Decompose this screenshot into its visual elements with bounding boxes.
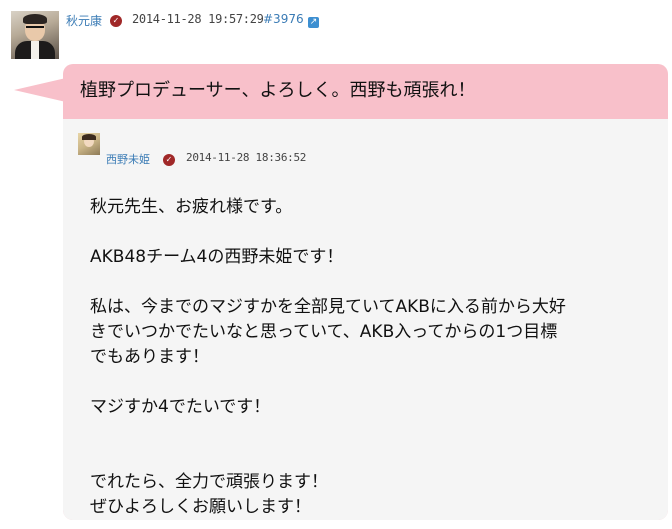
external-link-icon[interactable]: ↗ [308, 17, 319, 28]
quoted-author-name[interactable]: 西野未姫 [106, 151, 150, 167]
quoted-timestamp: 2014-11-28 18:36:52 [186, 151, 307, 164]
verified-badge-icon: ✓ [163, 154, 175, 166]
message-number-link[interactable]: #3976 [263, 12, 304, 26]
post-message: 植野プロデューサー、よろしく。西野も頑張れ！ [80, 80, 476, 101]
author-name[interactable]: 秋元康 [66, 12, 102, 29]
author-avatar[interactable] [11, 11, 59, 59]
avatar-shirt [31, 41, 39, 59]
post-timestamp: 2014-11-28 19:57:29 [132, 12, 264, 26]
quoted-message-body: 秋元先生、お疲れ様です。 AKB48チーム4の西野未姫です！ 私は、今までのマジ… [90, 197, 566, 517]
verified-badge-icon: ✓ [110, 15, 122, 27]
avatar-hair [23, 14, 47, 24]
quoted-author-avatar[interactable] [78, 133, 100, 155]
quoted-avatar-hair [82, 134, 96, 140]
speech-bubble-tail [14, 78, 66, 102]
avatar-glasses [26, 26, 44, 32]
